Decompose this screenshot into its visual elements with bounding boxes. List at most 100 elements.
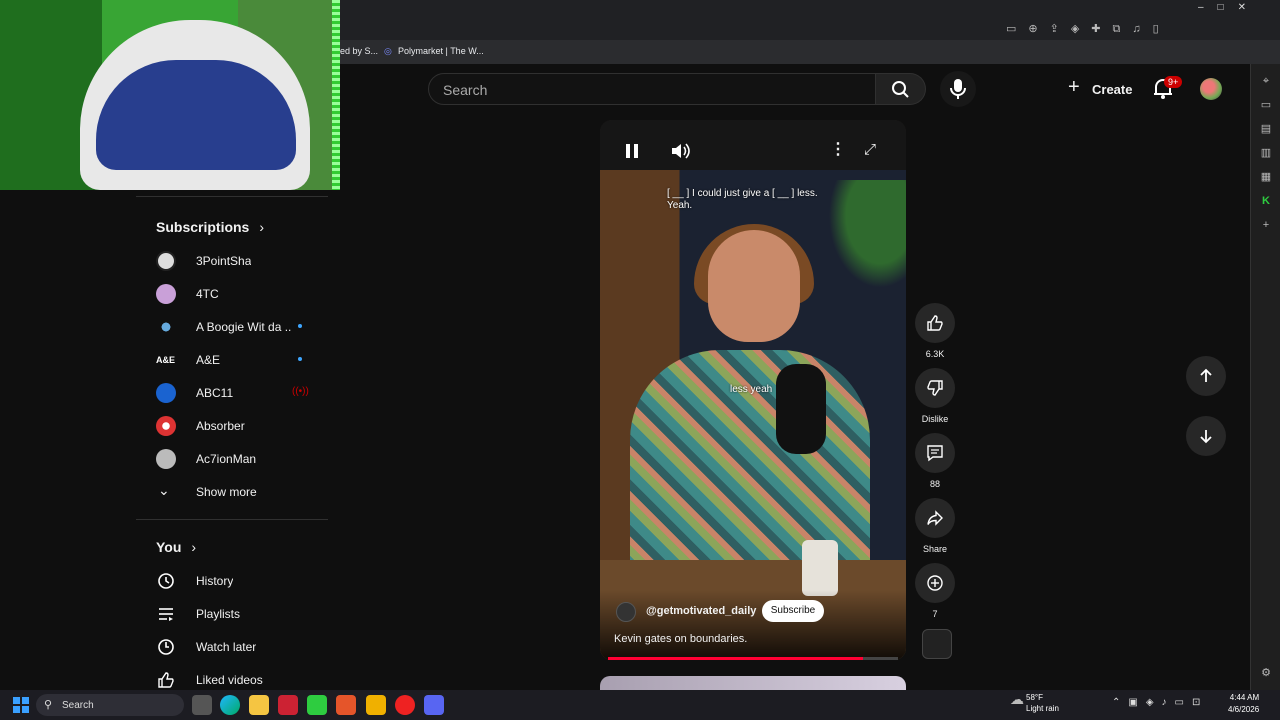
- sidebar-item-playlists[interactable]: Playlists: [136, 597, 328, 630]
- comments-action: 88: [915, 433, 955, 489]
- sidebar-item-history[interactable]: History: [136, 564, 328, 597]
- reader-icon[interactable]: ▦: [1259, 170, 1273, 184]
- sidebar-item-3pointsha[interactable]: 3PointSha: [136, 244, 328, 277]
- bookmark-item[interactable]: ed by S...: [340, 46, 378, 56]
- like-action: 6.3K: [915, 303, 955, 359]
- task-view-icon[interactable]: [192, 695, 212, 715]
- sidebar-item-label: 3PointSha: [196, 254, 252, 268]
- person-shirt: [630, 350, 870, 570]
- video-progress-fill: [608, 657, 864, 660]
- sidebar-item-4tc[interactable]: 4TC: [136, 277, 328, 310]
- app-a-icon[interactable]: [278, 695, 298, 715]
- volume-icon[interactable]: [670, 142, 692, 160]
- arrow-down-icon: [1200, 430, 1212, 444]
- show-more-button[interactable]: ⌄ Show more: [136, 475, 328, 508]
- rockstar-icon[interactable]: [366, 695, 386, 715]
- window-icon[interactable]: ▭: [1259, 98, 1273, 112]
- video-top-bar: [600, 120, 906, 170]
- voice-search-button[interactable]: [940, 71, 976, 107]
- sidebar-item-label: A Boogie Wit da ...: [196, 320, 292, 334]
- more-options-icon[interactable]: ⋮: [830, 142, 846, 158]
- clock-date: 4/6/2026: [1228, 705, 1260, 714]
- ae-logo-icon: A&E: [156, 350, 176, 370]
- video-progress-bar[interactable]: [608, 657, 898, 660]
- subscriptions-heading[interactable]: Subscriptions ›: [156, 219, 264, 235]
- taskbar-search[interactable]: ⚲ Search: [36, 694, 184, 716]
- dislike-label: Dislike: [921, 414, 949, 424]
- tab-icon[interactable]: ▤: [1259, 122, 1273, 136]
- search-input[interactable]: Search: [428, 73, 876, 105]
- bookmark-item[interactable]: Polymarket | The W...: [398, 46, 484, 56]
- sidebar-item-label: Playlists: [196, 607, 241, 621]
- bookmark-icon[interactable]: ▥: [1259, 146, 1273, 160]
- dislike-button[interactable]: [915, 368, 955, 408]
- like-button[interactable]: [915, 303, 955, 343]
- fullscreen-icon[interactable]: ⤢: [864, 142, 876, 158]
- discord-icon[interactable]: [424, 695, 444, 715]
- history-icon: [158, 573, 174, 589]
- weather-temperature: 58°F: [1026, 693, 1043, 702]
- you-heading[interactable]: You ›: [156, 539, 196, 555]
- sound-thumbnail[interactable]: [922, 629, 952, 659]
- notification-count-badge: 9+: [1164, 76, 1183, 88]
- create-label: Create: [1092, 82, 1133, 97]
- subscriptions-heading-label: Subscriptions: [156, 219, 250, 235]
- new-content-dot: [298, 324, 302, 328]
- search-button[interactable]: [876, 73, 926, 105]
- system-tray-icons[interactable]: ⌃▣◈♪▭⊡: [1112, 697, 1208, 708]
- sidebar-item-ae[interactable]: A&E A&E: [136, 343, 328, 376]
- brave-icon[interactable]: [336, 695, 356, 715]
- sidebar-item-label: History: [196, 574, 234, 588]
- shorts-video-player[interactable]: ⋮ ⤢ [ __ ] I could just give a [ __ ] le…: [600, 120, 906, 660]
- sidebar-item-abc11[interactable]: ABC11 ((•)): [136, 376, 328, 409]
- sidebar-item-label: 4TC: [196, 287, 219, 301]
- channel-avatar-icon: [156, 416, 176, 436]
- file-explorer-icon[interactable]: [249, 695, 269, 715]
- microphone-icon: [950, 79, 966, 99]
- arrow-up-icon: [1200, 368, 1212, 382]
- edge-icon[interactable]: [220, 695, 240, 715]
- thumbs-up-icon: [927, 315, 943, 331]
- next-short-button[interactable]: [1186, 416, 1226, 456]
- window-controls[interactable]: –□✕: [1198, 2, 1260, 13]
- subscribe-button[interactable]: Subscribe: [762, 600, 824, 622]
- polymarket-icon: ◎: [384, 46, 392, 56]
- pin-icon[interactable]: ⌖: [1259, 74, 1273, 88]
- comments-button[interactable]: [915, 433, 955, 473]
- like-count: 6.3K: [925, 349, 945, 359]
- windows-start-icon[interactable]: [12, 696, 30, 714]
- create-button[interactable]: + Create: [1064, 74, 1146, 104]
- share-icon: [927, 510, 943, 526]
- account-avatar[interactable]: [1200, 78, 1222, 100]
- sidebar-item-watch-later[interactable]: Watch later: [136, 630, 328, 663]
- remix-button[interactable]: [915, 563, 955, 603]
- extension-k-icon[interactable]: K: [1259, 194, 1273, 208]
- channel-avatar[interactable]: [616, 602, 636, 622]
- share-button[interactable]: [915, 498, 955, 538]
- channel-handle[interactable]: @getmotivated_daily: [646, 605, 756, 617]
- sidebar-item-a-boogie[interactable]: A Boogie Wit da ...: [136, 310, 328, 343]
- caption-line: [ __ ] I could just give a [ __ ] less.: [667, 188, 818, 199]
- browser-toolbar-icons[interactable]: ▭⊕⇪◈✚⧉♫▯: [1006, 22, 1171, 36]
- pause-icon[interactable]: [624, 142, 640, 160]
- chevron-right-icon: ›: [259, 219, 265, 235]
- windows-logo-icon: [13, 697, 29, 713]
- drink-can: [802, 540, 838, 596]
- comment-icon: [927, 445, 943, 462]
- sidebar-item-absorber[interactable]: Absorber: [136, 409, 328, 442]
- app-k-icon[interactable]: [307, 695, 327, 715]
- sidebar-item-ac7ionman[interactable]: Ac7ionMan: [136, 442, 328, 475]
- live-broadcast-icon: ((•)): [292, 386, 309, 397]
- taskbar-clock[interactable]: 4:44 AM 4/6/2026: [1228, 692, 1259, 716]
- settings-gear-icon[interactable]: ⚙: [1259, 666, 1273, 680]
- search-icon: ⚲: [44, 699, 53, 711]
- chevron-right-icon: ›: [191, 539, 197, 555]
- add-icon[interactable]: +: [1259, 218, 1273, 232]
- app-red-icon[interactable]: [395, 695, 415, 715]
- caption-line: Yeah.: [667, 200, 693, 211]
- sidebar-item-label: A&E: [196, 353, 221, 367]
- previous-short-button[interactable]: [1186, 356, 1226, 396]
- video-title[interactable]: Kevin gates on boundaries.: [614, 633, 747, 645]
- you-heading-label: You: [156, 539, 182, 555]
- next-short-preview[interactable]: [600, 676, 906, 690]
